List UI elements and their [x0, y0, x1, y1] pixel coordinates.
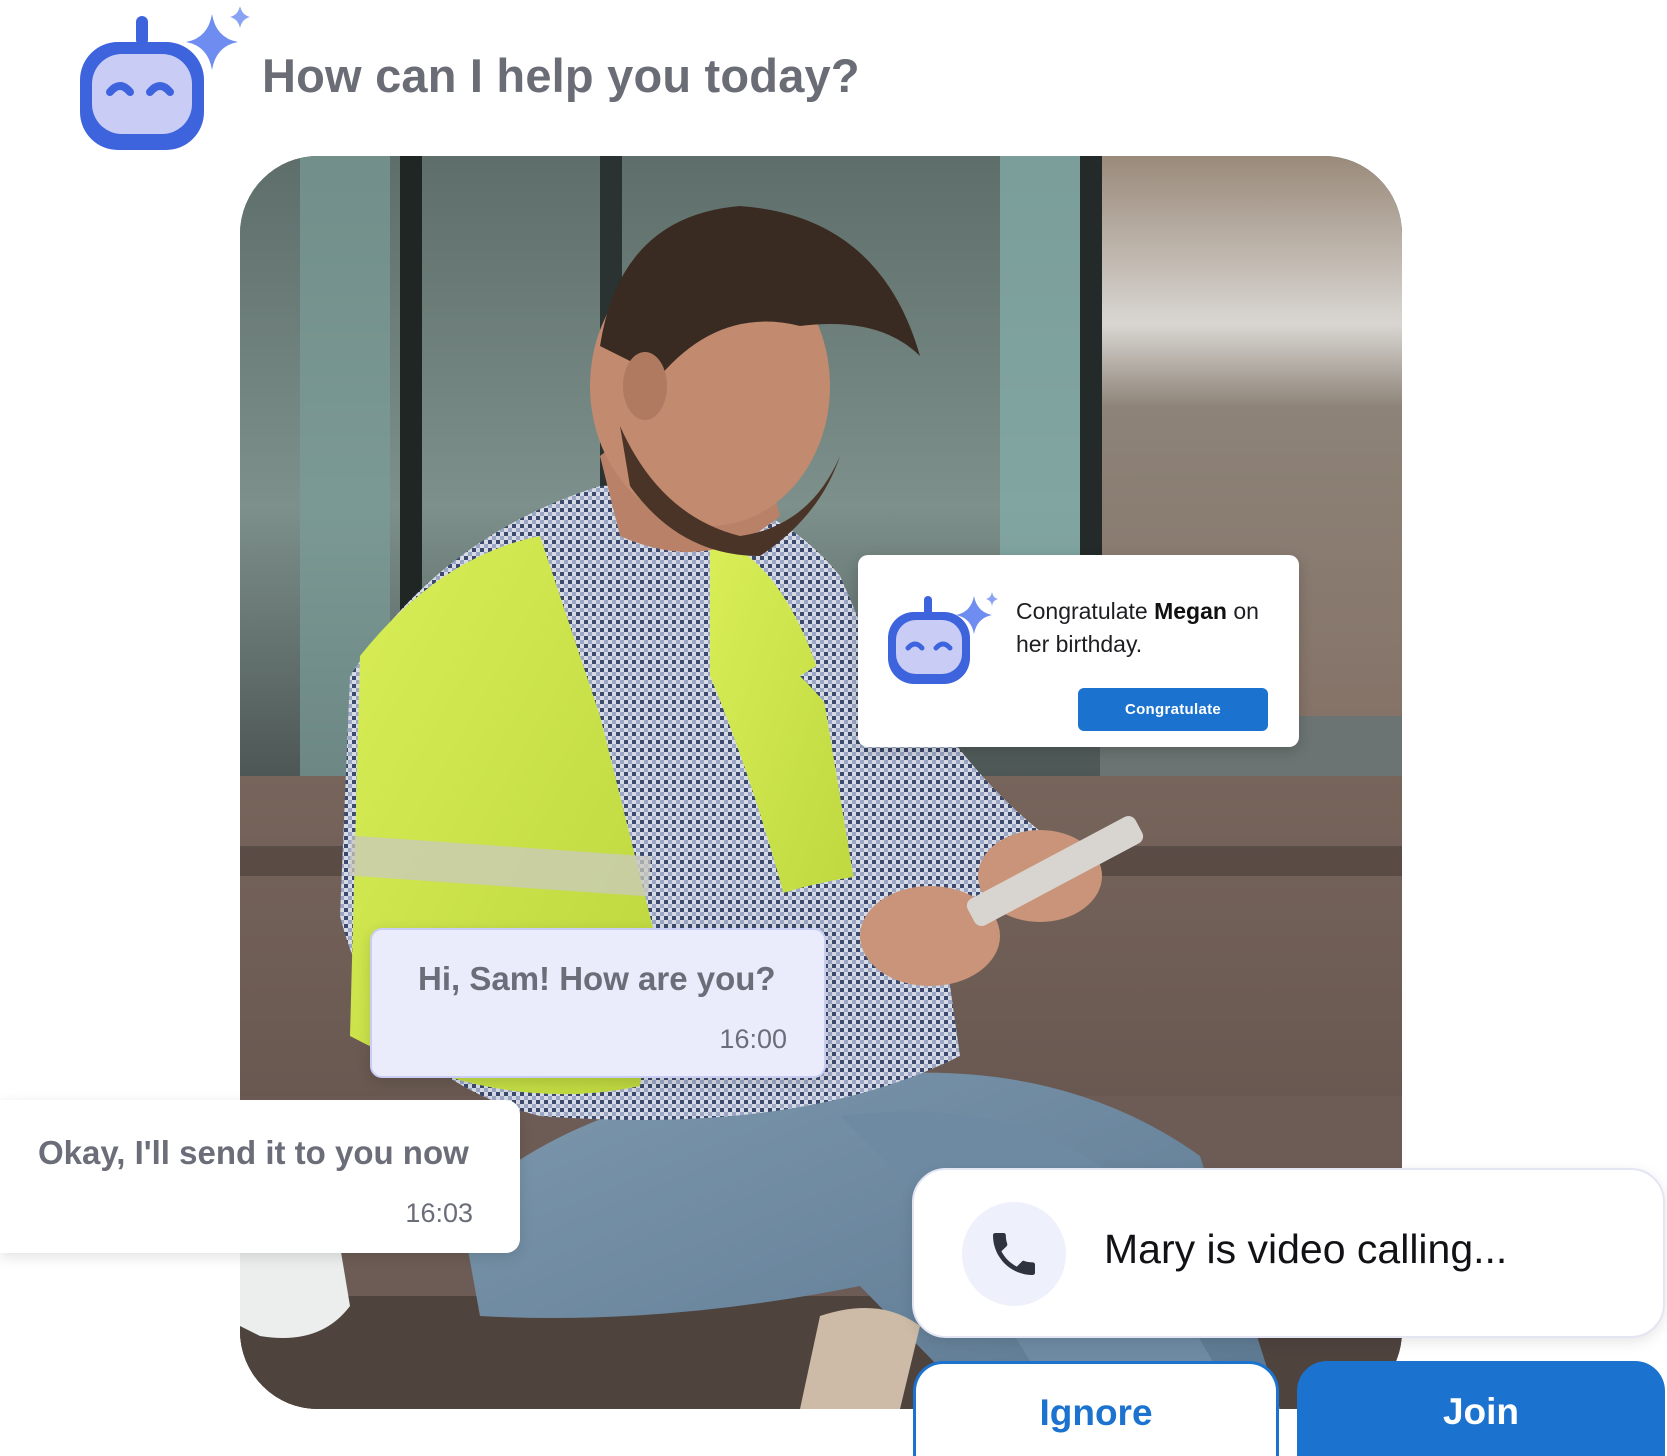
- birthday-notification-card: Congratulate Megan on her birthday. Cong…: [858, 555, 1299, 747]
- incoming-message-bubble: Hi, Sam! How are you? 16:00: [370, 928, 826, 1078]
- ignore-button[interactable]: Ignore: [913, 1361, 1279, 1456]
- join-button[interactable]: Join: [1297, 1361, 1665, 1456]
- message-time: 16:03: [405, 1198, 473, 1228]
- incoming-call-card: Mary is video calling...: [912, 1168, 1665, 1338]
- notification-name: Megan: [1154, 598, 1227, 624]
- congratulate-button[interactable]: Congratulate: [1078, 688, 1268, 731]
- message-text: Hi, Sam! How are you?: [418, 960, 776, 997]
- page-title: How can I help you today?: [262, 49, 860, 102]
- outgoing-message-bubble: Okay, I'll send it to you now 16:03: [0, 1100, 520, 1253]
- call-text: Mary is video calling...: [1104, 1226, 1508, 1272]
- message-text: Okay, I'll send it to you now: [38, 1134, 469, 1171]
- robot-assistant-icon: [80, 6, 250, 150]
- notification-text: Congratulate Megan on her birthday.: [1016, 598, 1259, 657]
- robot-assistant-icon: [888, 592, 998, 684]
- page: How can I help you today? Congratulate M…: [0, 0, 1667, 1456]
- message-time: 16:00: [719, 1024, 787, 1054]
- phone-icon: [962, 1202, 1066, 1306]
